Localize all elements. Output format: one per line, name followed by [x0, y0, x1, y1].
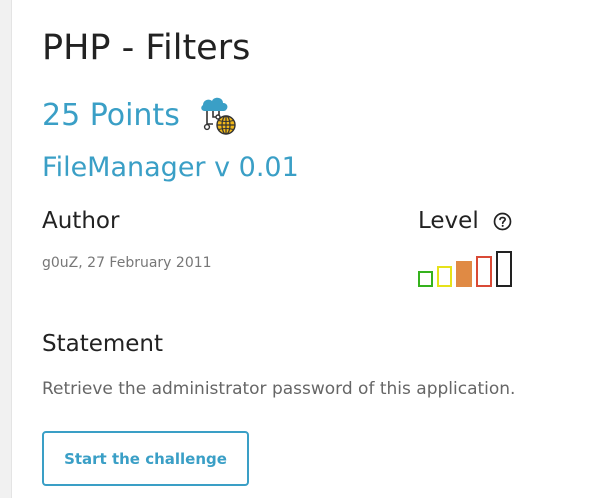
question-circle-icon[interactable] — [493, 212, 512, 231]
difficulty-bar-4 — [476, 256, 492, 287]
challenge-points: 25 Points — [42, 98, 180, 133]
statement-heading: Statement — [42, 331, 164, 357]
difficulty-bar-2 — [437, 266, 452, 287]
level-heading: Level — [418, 208, 479, 234]
author-meta: g0uZ, 27 February 2011 — [42, 255, 212, 271]
statement-text: Retrieve the administrator password of t… — [42, 379, 516, 399]
start-challenge-button[interactable]: Start the challenge — [42, 431, 249, 486]
author-heading: Author — [42, 208, 120, 234]
difficulty-bar-1 — [418, 271, 433, 287]
points-row: 25 Points — [42, 92, 240, 140]
cloud-network-globe-icon — [201, 97, 236, 135]
challenge-card: PHP - Filters 25 Points FileManager v 0.… — [11, 0, 606, 498]
level-heading-row: Level — [418, 204, 512, 238]
difficulty-bar-5 — [496, 251, 512, 287]
difficulty-bars — [418, 251, 512, 287]
page-title: PHP - Filters — [42, 28, 251, 68]
difficulty-bar-3 — [456, 261, 472, 287]
challenge-name: FileManager v 0.01 — [42, 152, 299, 183]
